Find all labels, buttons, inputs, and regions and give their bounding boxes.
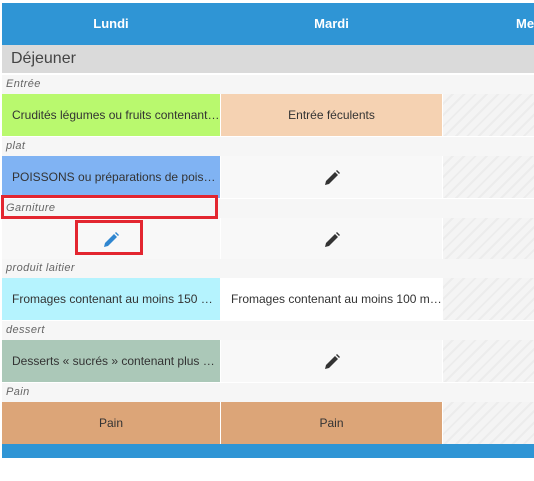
cell-dessert-lundi[interactable]: Desserts « sucrés » contenant plus de 20… <box>2 340 220 382</box>
category-label-dessert: dessert <box>2 321 534 340</box>
cell-entree-mardi[interactable]: Entrée féculents <box>221 94 442 136</box>
row-plat: POISSONS ou préparations de poissons <box>2 156 534 198</box>
cell-laitier-mercredi <box>443 278 534 320</box>
category-label-pain: Pain <box>2 383 534 402</box>
row-produit-laitier: Fromages contenant au moins 150 mg de ca… <box>2 278 534 320</box>
cell-dessert-mardi[interactable] <box>221 340 442 382</box>
day-header: Lundi Mardi Me <box>2 3 534 45</box>
grid-footer-bar <box>2 444 534 458</box>
cell-pain-mercredi <box>443 402 534 444</box>
cell-pain-mardi[interactable]: Pain <box>221 402 442 444</box>
row-entree: Crudités légumes ou fruits contenant au … <box>2 94 534 136</box>
cell-garniture-mercredi <box>443 218 534 260</box>
highlight-box-garniture-label <box>1 195 218 219</box>
cell-pain-lundi[interactable]: Pain <box>2 402 220 444</box>
cell-entree-mercredi <box>443 94 534 136</box>
pencil-icon <box>324 231 340 247</box>
cell-dessert-mercredi <box>443 340 534 382</box>
cell-plat-mercredi <box>443 156 534 198</box>
day-header-mardi: Mardi <box>314 16 349 31</box>
row-pain: Pain Pain <box>2 402 534 444</box>
cell-garniture-mardi[interactable] <box>221 218 442 260</box>
cell-plat-mardi[interactable] <box>221 156 442 198</box>
cell-laitier-lundi[interactable]: Fromages contenant au moins 150 mg de ca… <box>2 278 220 320</box>
category-label-plat: plat <box>2 137 534 156</box>
day-header-lundi: Lundi <box>93 16 129 31</box>
pencil-icon <box>324 353 340 369</box>
category-label-entree: Entrée <box>2 75 534 94</box>
cell-plat-lundi[interactable]: POISSONS ou préparations de poissons <box>2 156 220 198</box>
day-header-mercredi: Me <box>516 16 534 31</box>
category-label-produit-laitier: produit laitier <box>2 259 534 278</box>
highlight-box-garniture-edit <box>75 220 143 255</box>
cell-entree-lundi[interactable]: Crudités légumes ou fruits contenant au … <box>2 94 220 136</box>
cell-laitier-mardi[interactable]: Fromages contenant au moins 100 mg de ca… <box>221 278 442 320</box>
pencil-icon <box>324 169 340 185</box>
row-dessert: Desserts « sucrés » contenant plus de 20… <box>2 340 534 382</box>
meal-header-dejeuner: Déjeuner <box>2 45 534 73</box>
